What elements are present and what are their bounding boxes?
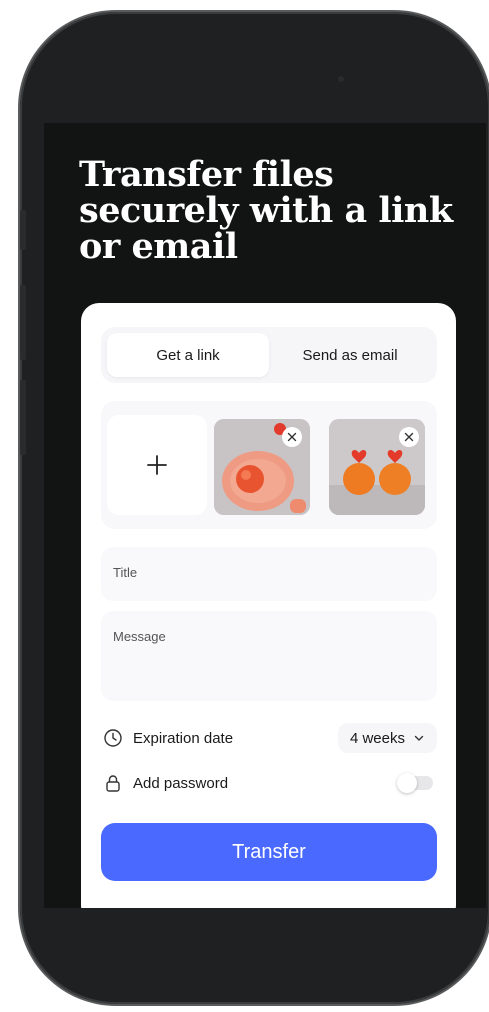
password-row: Add password: [103, 768, 437, 798]
plus-icon: [147, 455, 167, 475]
lock-icon: [106, 775, 120, 792]
password-label: Add password: [133, 774, 229, 792]
add-file-button[interactable]: [107, 415, 207, 515]
app-screen: Transfer files securely with a link or e…: [44, 123, 486, 908]
thumbnail-oranges-hearts[interactable]: [329, 419, 425, 515]
page-title: Transfer files securely with a link or e…: [79, 154, 453, 267]
close-icon: [287, 432, 297, 442]
toggle-knob: [397, 773, 417, 793]
tab-get-link[interactable]: Get a link: [107, 333, 269, 377]
transfer-button[interactable]: Transfer: [101, 823, 437, 881]
close-icon: [404, 432, 414, 442]
transfer-card: Get a link Send as email Title Message E…: [81, 303, 456, 908]
remove-file-button[interactable]: [399, 427, 419, 447]
file-uploads-area: [101, 401, 437, 529]
title-placeholder: Title: [113, 565, 138, 580]
mode-tabs: Get a link Send as email: [101, 327, 437, 383]
chevron-down-icon: [414, 735, 424, 741]
expiration-value: 4 weeks: [349, 729, 405, 747]
expiration-select[interactable]: 4 weeks: [337, 723, 437, 753]
tab-send-email[interactable]: Send as email: [269, 333, 431, 377]
thumbnail-orange-plate[interactable]: [214, 419, 310, 515]
mute-switch: [20, 210, 26, 250]
message-textarea[interactable]: Message: [101, 611, 437, 701]
clock-icon: [104, 729, 122, 747]
message-placeholder: Message: [113, 629, 166, 644]
expiration-row: Expiration date 4 weeks: [103, 723, 437, 753]
remove-file-button[interactable]: [282, 427, 302, 447]
volume-down-button: [20, 380, 26, 455]
password-toggle[interactable]: [397, 773, 433, 793]
volume-up-button: [20, 285, 26, 360]
front-camera: [338, 76, 344, 82]
expiration-label: Expiration date: [133, 729, 234, 747]
title-input[interactable]: Title: [101, 547, 437, 601]
